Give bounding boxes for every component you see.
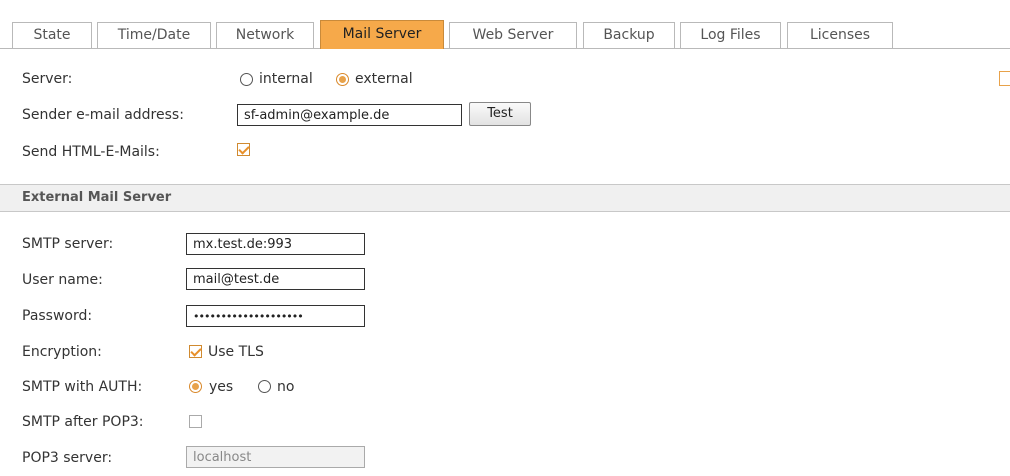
server-internal-label[interactable]: internal: [259, 66, 313, 92]
external-mail-server-header: External Mail Server: [0, 184, 1010, 212]
pop3-server-input: [186, 446, 365, 468]
use-tls-label[interactable]: Use TLS: [208, 339, 264, 365]
tab-state[interactable]: State: [12, 22, 92, 48]
tab-network[interactable]: Network: [216, 22, 314, 48]
smtp-auth-no-label[interactable]: no: [277, 374, 294, 400]
sender-email-input[interactable]: [237, 104, 462, 126]
password-input[interactable]: [186, 305, 365, 327]
smtp-auth-yes-label[interactable]: yes: [209, 374, 233, 400]
section-title: External Mail Server: [22, 190, 172, 205]
tab-licenses[interactable]: Licenses: [787, 22, 893, 48]
server-external-label[interactable]: external: [355, 66, 413, 92]
tab-log-files[interactable]: Log Files: [680, 22, 781, 48]
send-html-mails-label: Send HTML-E-Mails:: [22, 144, 160, 160]
smtp-server-input[interactable]: [186, 233, 365, 255]
smtp-auth-label: SMTP with AUTH:: [22, 379, 143, 395]
user-name-input[interactable]: [186, 268, 365, 290]
send-html-mails-checkbox[interactable]: [237, 143, 250, 156]
user-name-label: User name:: [22, 272, 103, 288]
server-internal-radio[interactable]: [240, 73, 253, 86]
tab-bar: State Time/Date Network Mail Server Web …: [0, 0, 1010, 49]
tab-backup[interactable]: Backup: [583, 22, 675, 48]
smtp-server-label: SMTP server:: [22, 236, 114, 252]
sender-email-label: Sender e-mail address:: [22, 107, 184, 123]
tab-web-server[interactable]: Web Server: [449, 22, 577, 48]
pop3-server-label: POP3 server:: [22, 450, 113, 466]
use-tls-checkbox[interactable]: [189, 345, 202, 358]
tab-time-date[interactable]: Time/Date: [97, 22, 211, 48]
smtp-after-pop3-checkbox[interactable]: [189, 415, 202, 428]
smtp-auth-no-radio[interactable]: [258, 380, 271, 393]
encryption-label: Encryption:: [22, 344, 102, 360]
help-icon[interactable]: [999, 71, 1010, 86]
smtp-after-pop3-label: SMTP after POP3:: [22, 414, 144, 430]
server-external-radio[interactable]: [336, 73, 349, 86]
test-button[interactable]: Test: [469, 102, 531, 126]
password-label: Password:: [22, 308, 93, 324]
server-label: Server:: [22, 71, 73, 87]
tab-mail-server[interactable]: Mail Server: [320, 20, 444, 49]
smtp-auth-yes-radio[interactable]: [189, 380, 202, 393]
